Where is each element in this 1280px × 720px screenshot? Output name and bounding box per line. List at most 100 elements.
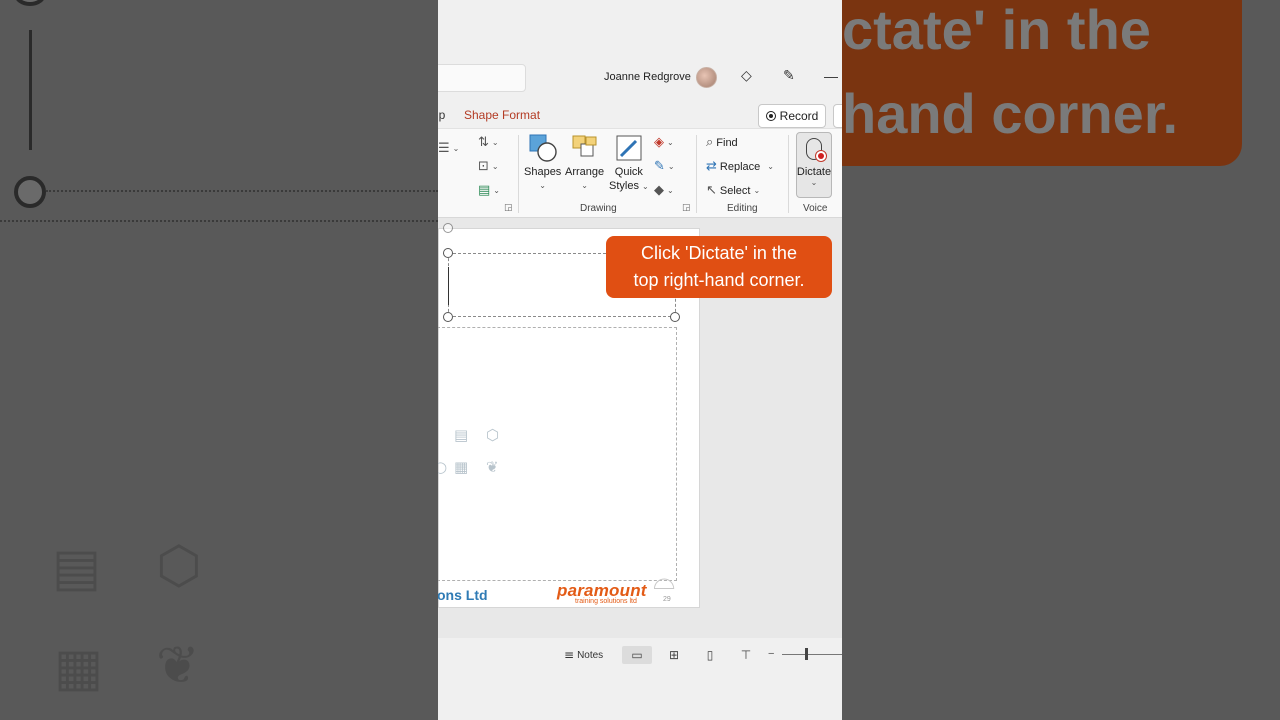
quick-styles-label-2: Styles ⌄: [609, 180, 649, 192]
bg-icons-icon: ❦: [156, 636, 200, 696]
slide-number: 29: [663, 596, 671, 603]
select-button[interactable]: ↖ Select ⌄: [706, 183, 760, 198]
bg-callout-text: ctate' in the hand corner.: [842, 0, 1242, 156]
arrange-label: Arrange: [565, 166, 605, 178]
shapes-icon: [529, 134, 557, 162]
paramount-logo: paramount training solutions ltd ⌓: [557, 563, 675, 605]
bg-rotate-handle: [14, 0, 46, 6]
content-placeholder[interactable]: ▤ ⬡ ○ ▦ ❦: [438, 327, 677, 581]
record-label: Record: [779, 109, 819, 123]
text-direction-icon: ⇅: [478, 135, 489, 150]
find-label: Find: [716, 136, 738, 149]
pen-icon[interactable]: ✎: [783, 68, 795, 84]
zoom-slider-thumb[interactable]: [805, 648, 808, 660]
microphone-icon: [806, 138, 827, 162]
quick-styles-label-1: Quick: [614, 166, 643, 178]
resize-handle[interactable]: [443, 312, 453, 322]
ribbon: ☰ ⌄ ⇅ ⌄ ⊡ ⌄ ▤ ⌄ ◲ Shapes ⌄ Arrange ⌄ Qui…: [438, 128, 842, 218]
line-spacing-icon: ☰: [438, 141, 450, 156]
quick-styles-label-2-text: Styles: [609, 180, 639, 192]
insert-icons-icon[interactable]: ❦: [486, 458, 499, 476]
reading-view-icon[interactable]: ▯: [695, 646, 725, 664]
ribbon-separator: [518, 135, 519, 213]
select-label: Select: [719, 184, 751, 197]
line-spacing-button[interactable]: ☰ ⌄: [438, 141, 459, 156]
record-indicator-icon: [815, 150, 827, 162]
replace-button[interactable]: ⇄ Replace ⌄: [706, 159, 774, 174]
callout-line1: Click 'Dictate' in the: [641, 243, 797, 263]
bg-video-icon: ▦: [54, 638, 104, 698]
arrange-button[interactable]: Arrange ⌄: [565, 133, 604, 193]
dictate-chevron-icon[interactable]: ⌄: [811, 178, 818, 187]
align-text-button[interactable]: ⊡ ⌄: [478, 159, 499, 174]
normal-view-icon[interactable]: ▭: [622, 646, 652, 664]
insert-picture-icon[interactable]: ○: [438, 458, 447, 476]
bg-selection-border: [46, 190, 438, 192]
notes-label: Notes: [577, 649, 604, 661]
share-button[interactable]: [833, 104, 842, 128]
tab-shape-format[interactable]: Shape Format: [464, 108, 540, 122]
resize-handle[interactable]: [670, 312, 680, 322]
notes-button[interactable]: ≡ Notes: [564, 648, 603, 662]
smartart-icon: ▤: [478, 183, 491, 198]
tab-help[interactable]: lp: [438, 108, 445, 122]
bg-callout-line2: hand corner.: [842, 82, 1179, 145]
zoom-slider[interactable]: [782, 654, 842, 655]
search-input[interactable]: [438, 64, 526, 92]
drawing-group-label: Drawing: [580, 203, 617, 214]
drawing-launcher-icon[interactable]: ◲: [682, 203, 691, 213]
select-cursor-icon: ↖: [706, 183, 717, 198]
zoom-out-icon[interactable]: −: [768, 648, 774, 660]
minimize-button[interactable]: —: [824, 68, 838, 84]
logo-subtext: training solutions ltd: [575, 598, 637, 605]
bg-callout-line1: ctate' in the: [842, 0, 1151, 61]
effects-icon: ◆: [654, 183, 664, 198]
instruction-callout: Click 'Dictate' in the top right-hand co…: [606, 236, 832, 298]
notes-icon: ≡: [564, 648, 575, 662]
status-bar: ≡ Notes ▭ ⊞ ▯ ⊤ −: [438, 642, 842, 666]
rotate-handle[interactable]: [443, 223, 453, 233]
outline-pen-icon: ✎: [654, 159, 665, 174]
shape-fill-button[interactable]: ◈ ⌄: [654, 135, 674, 150]
callout-line2: top right-hand corner.: [633, 270, 805, 290]
avatar[interactable]: [696, 67, 717, 88]
bg-text-caret: [29, 30, 32, 150]
user-name: Joanne Redgrove: [604, 71, 691, 83]
insert-video-icon[interactable]: ▦: [454, 458, 468, 476]
ribbon-separator: [788, 135, 789, 213]
premium-diamond-icon[interactable]: ◇: [741, 68, 752, 84]
slide-sorter-icon[interactable]: ⊞: [659, 646, 689, 664]
quick-styles-icon: [616, 135, 642, 161]
paragraph-launcher-icon[interactable]: ◲: [504, 203, 513, 213]
powerpoint-window: Joanne Redgrove ◇ ✎ — lp Shape Format Re…: [438, 0, 842, 720]
record-icon: [765, 111, 776, 121]
shapes-button[interactable]: Shapes ⌄: [524, 133, 561, 193]
align-text-icon: ⊡: [478, 159, 489, 174]
shape-effects-button[interactable]: ◆ ⌄: [654, 183, 674, 198]
editing-group-label: Editing: [727, 203, 758, 214]
shape-outline-button[interactable]: ✎ ⌄: [654, 159, 675, 174]
insert-smartart-icon[interactable]: ▤: [454, 426, 468, 444]
quick-styles-button[interactable]: Quick Styles ⌄: [609, 133, 649, 194]
arrange-icon: [572, 135, 597, 157]
fill-bucket-icon: ◈: [654, 135, 664, 150]
voice-group-label: Voice: [803, 203, 828, 214]
resize-handle[interactable]: [443, 248, 453, 258]
text-direction-button[interactable]: ⇅ ⌄: [478, 135, 499, 150]
bg-smartart-icon: ▤: [52, 538, 102, 598]
dictate-label: Dictate: [796, 166, 832, 178]
title-bar: Joanne Redgrove ◇ ✎ —: [438, 0, 842, 100]
dictate-button[interactable]: Dictate ⌄: [796, 132, 832, 198]
find-button[interactable]: ⌕ Find: [706, 135, 738, 150]
mouse-icon: ⌓: [653, 563, 676, 596]
replace-label: Replace: [719, 160, 761, 173]
ribbon-tabs: lp Shape Format Record: [438, 104, 842, 128]
ribbon-separator: [696, 135, 697, 213]
convert-smartart-button[interactable]: ▤ ⌄: [478, 183, 500, 198]
bg-3d-model-icon: ⬡: [156, 536, 202, 596]
insert-3d-model-icon[interactable]: ⬡: [486, 426, 499, 444]
slideshow-icon[interactable]: ⊤: [731, 646, 761, 664]
background-left-panel: ▤ ⬡ ▦ ❦: [0, 0, 438, 720]
record-button[interactable]: Record: [758, 104, 826, 128]
slide-canvas: ▤ ⬡ ○ ▦ ❦ ons Ltd paramount training sol…: [438, 218, 842, 638]
